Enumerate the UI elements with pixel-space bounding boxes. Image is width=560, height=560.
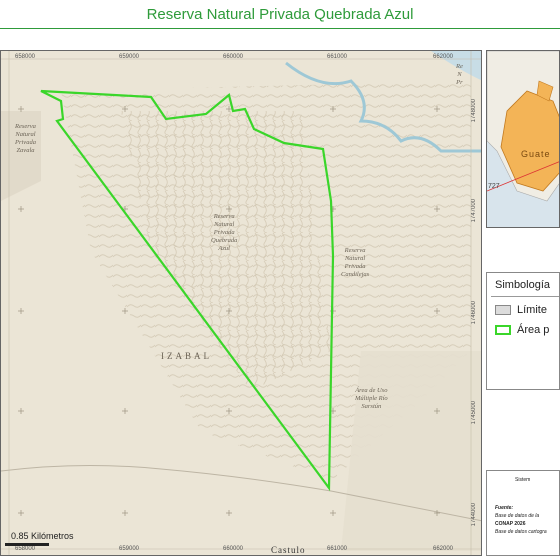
y-tick-label: 1748000 [471,99,477,123]
label-reserva-quebrada-azul: Reserva Natural Privada Quebrada Azul [211,213,238,252]
x-tick-label: 658000 [15,546,36,552]
source-line: Base de datos de la [495,513,540,519]
legend-label: Área p [517,324,550,336]
legend-swatch-limite [495,305,511,315]
y-tick-label: 1747000 [471,199,477,223]
label-area-sarstun: Área de Uso Múltiple Río Sarstún [355,387,388,410]
title-divider [0,28,560,29]
map-title: Reserva Natural Privada Quebrada Azul [146,6,414,23]
x-tick-label: 660000 [223,54,244,60]
legend-label: Límite [517,304,547,316]
x-tick-label: 660000 [223,546,244,552]
legend-divider [491,296,559,297]
source-header: Sistem [515,477,531,483]
locator-canvas [487,51,559,227]
y-tick-label: 1745000 [471,401,477,425]
y-tick-label: 1746000 [471,301,477,325]
x-tick-label: 661000 [327,54,348,60]
town-label: Castulo [271,545,306,555]
x-tick-label: 659000 [119,546,140,552]
scale-label: 0.85 Kilómetros [11,531,74,541]
locator-map[interactable]: Guate 727 [486,50,560,228]
locator-road-label: 727 [488,183,500,190]
x-tick-label: 659000 [119,54,140,60]
terrain-southeast [341,351,481,551]
scale-bar [5,543,49,546]
main-map[interactable]: 658000 659000 660000 661000 662000 65800… [0,50,482,556]
y-tick-label: 1744000 [471,503,477,527]
label-reserva-candilejas: Reserva Natural Privada Candilejas [341,247,370,278]
x-tick-label: 658000 [15,54,36,60]
label-reserva-zavala: Reserva Natural Privada Zavala [15,123,36,154]
source-line: Base de datos cartogra [495,529,547,535]
x-tick-label: 662000 [433,54,454,60]
department-label: IZABAL [161,351,212,361]
legend-panel: Simbología Límite Área p [486,272,560,390]
label-reserva-edge: Re N Pr [456,63,463,86]
source-line: CONAP 2026 [495,521,526,527]
source-label: Fuente: [495,505,514,511]
legend-swatch-area [495,325,511,335]
source-panel: Sistem Fuente: Base de datos de la CONAP… [486,470,560,556]
x-tick-label: 662000 [433,546,454,552]
x-tick-label: 661000 [327,546,348,552]
map-canvas [1,51,481,555]
locator-country-label: Guate [521,149,551,159]
legend-title: Simbología [495,279,551,291]
